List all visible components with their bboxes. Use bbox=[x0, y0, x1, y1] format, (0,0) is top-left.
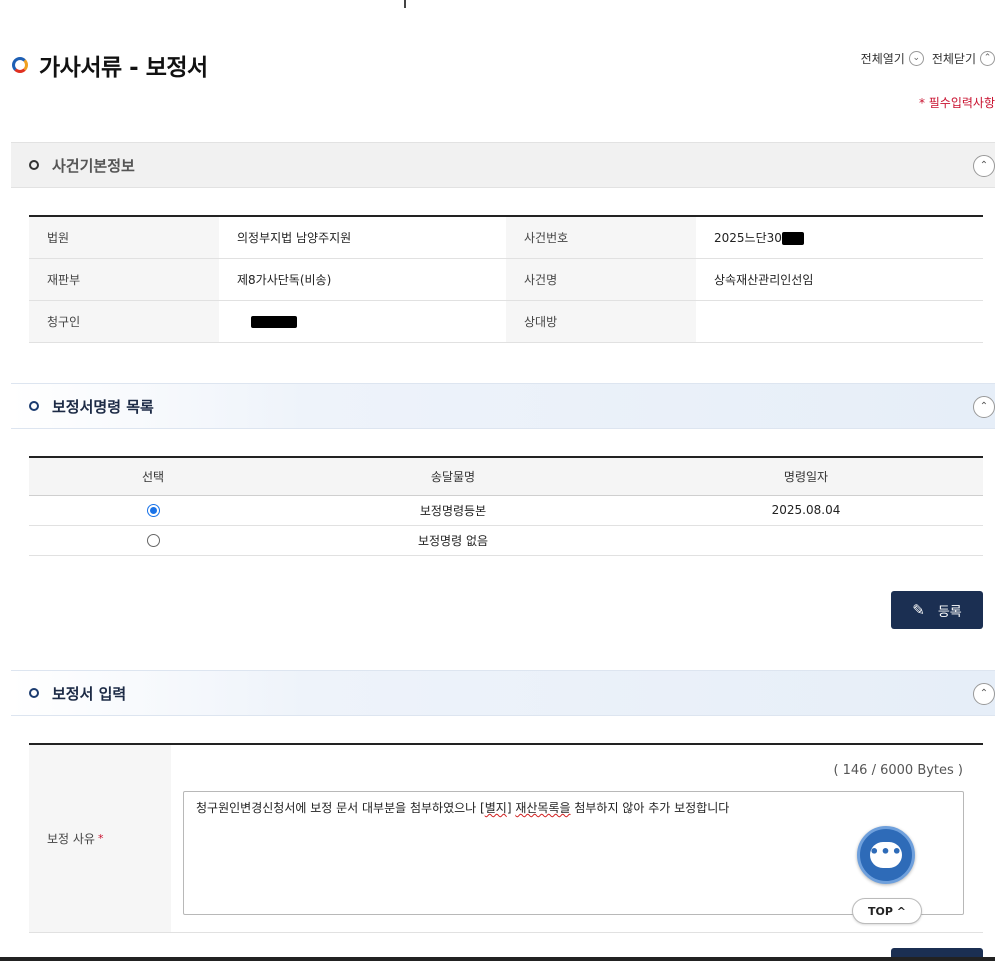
column-header-document: 송달물명 bbox=[277, 457, 629, 496]
opponent-value bbox=[696, 300, 983, 343]
section-bullet-icon bbox=[29, 401, 39, 411]
document-name: 보정명령등본 bbox=[277, 495, 629, 526]
table-row: 법원 의정부지법 남양주지원 사건번호 2025느단30 bbox=[29, 216, 983, 259]
opponent-label: 상대방 bbox=[506, 300, 696, 343]
court-label: 법원 bbox=[29, 216, 219, 259]
title-circle-icon bbox=[12, 57, 28, 73]
section-collapse-button[interactable]: ⌃ bbox=[973, 396, 995, 418]
reason-label-cell: 보정 사유 * bbox=[29, 745, 171, 932]
case-number-cell: 2025느단30 bbox=[696, 216, 983, 259]
division-label: 재판부 bbox=[29, 258, 219, 301]
section-case-info-title: 사건기본정보 bbox=[52, 156, 135, 175]
table-row: 재판부 제8가사단독(비송) 사건명 상속재산관리인선임 bbox=[29, 258, 983, 301]
section-case-info-header: 사건기본정보 ⌃ bbox=[11, 142, 995, 188]
reason-text-part: 청구원인변경신청서에 보정 문서 대부분을 첨부하였으나 [ bbox=[196, 801, 485, 815]
redaction-mark bbox=[251, 315, 297, 328]
section-collapse-button[interactable]: ⌃ bbox=[973, 683, 995, 705]
table-row: 청구인 상대방 bbox=[29, 300, 983, 343]
page-title: 가사서류 - 보정서 bbox=[12, 48, 208, 82]
collapse-all-button[interactable]: 전체닫기 ⌃ bbox=[932, 50, 995, 67]
top-cursor-mark bbox=[404, 0, 406, 8]
required-note: * 필수입력사항 bbox=[918, 96, 995, 110]
scroll-top-button[interactable]: TOP ^ bbox=[852, 898, 922, 924]
section-order-list-header: 보정서명령 목록 ⌃ bbox=[11, 383, 995, 429]
table-header-row: 선택 송달물명 명령일자 bbox=[29, 457, 983, 496]
section-input-title: 보정서 입력 bbox=[52, 684, 127, 703]
expand-controls: 전체열기 ⌄ 전체닫기 ⌃ bbox=[853, 50, 995, 67]
case-number-label: 사건번호 bbox=[506, 216, 696, 259]
order-radio-1[interactable] bbox=[146, 504, 160, 517]
claimant-value bbox=[219, 300, 506, 343]
collapse-all-label: 전체닫기 bbox=[931, 52, 976, 66]
register-button[interactable]: ✎ 등록 bbox=[891, 591, 983, 629]
reason-text-part: 첨부하지 않아 추가 보정합니다 bbox=[570, 801, 730, 815]
pencil-icon: ✎ bbox=[912, 601, 925, 619]
select-cell bbox=[29, 495, 277, 526]
document-name: 보정명령 없음 bbox=[277, 525, 629, 556]
section-bullet-icon bbox=[29, 160, 39, 170]
case-info-table: 법원 의정부지법 남양주지원 사건번호 2025느단30 재판부 제8가사단독(… bbox=[29, 215, 983, 343]
section-order-list-title: 보정서명령 목록 bbox=[52, 397, 154, 416]
case-number-value: 2025느단30 bbox=[714, 230, 782, 245]
chevron-down-icon: ⌄ bbox=[908, 51, 924, 66]
court-value: 의정부지법 남양주지원 bbox=[219, 216, 506, 259]
reason-text-misspelled: 별지 bbox=[484, 801, 507, 815]
order-radio-2[interactable] bbox=[146, 534, 160, 547]
column-header-select: 선택 bbox=[29, 457, 277, 496]
chat-bubble-icon: ••• bbox=[869, 842, 902, 868]
division-value: 제8가사단독(비송) bbox=[219, 258, 506, 301]
window-bottom-edge bbox=[0, 957, 995, 961]
required-mark: * bbox=[97, 832, 104, 845]
correction-input-form: 보정 사유 * ( 146 / 6000 Bytes ) 청구원인변경신청서에 보… bbox=[29, 743, 983, 933]
section-input-header: 보정서 입력 ⌃ bbox=[11, 670, 995, 716]
page-title-text: 가사서류 - 보정서 bbox=[39, 55, 208, 81]
reason-label: 보정 사유 bbox=[47, 832, 95, 846]
section-collapse-button[interactable]: ⌃ bbox=[973, 155, 995, 177]
claimant-label: 청구인 bbox=[29, 300, 219, 343]
reason-textarea[interactable]: 청구원인변경신청서에 보정 문서 대부분을 첨부하였으나 [별지] 재산목록을 … bbox=[183, 791, 964, 915]
chatbot-button[interactable]: ••• bbox=[857, 826, 915, 884]
expand-all-label: 전체열기 bbox=[860, 52, 905, 66]
table-row: 보정명령 없음 bbox=[29, 525, 983, 556]
table-row: 보정명령등본 2025.08.04 bbox=[29, 495, 983, 526]
byte-counter: ( 146 / 6000 Bytes ) bbox=[833, 763, 963, 778]
case-name-value: 상속재산관리인선임 bbox=[696, 258, 983, 301]
select-cell bbox=[29, 525, 277, 556]
order-date: 2025.08.04 bbox=[629, 495, 983, 526]
reason-text-misspelled: 재산목록을 bbox=[515, 801, 571, 815]
section-bullet-icon bbox=[29, 688, 39, 698]
order-list-table: 선택 송달물명 명령일자 보정명령등본 2025.08.04 보정명령 없음 bbox=[29, 456, 983, 556]
chevron-up-icon: ⌃ bbox=[980, 51, 995, 66]
column-header-date: 명령일자 bbox=[629, 457, 983, 496]
expand-all-button[interactable]: 전체열기 ⌄ bbox=[861, 50, 924, 67]
case-name-label: 사건명 bbox=[506, 258, 696, 301]
register-label: 등록 bbox=[937, 604, 962, 620]
order-date bbox=[629, 525, 983, 556]
redaction-mark bbox=[781, 231, 804, 245]
